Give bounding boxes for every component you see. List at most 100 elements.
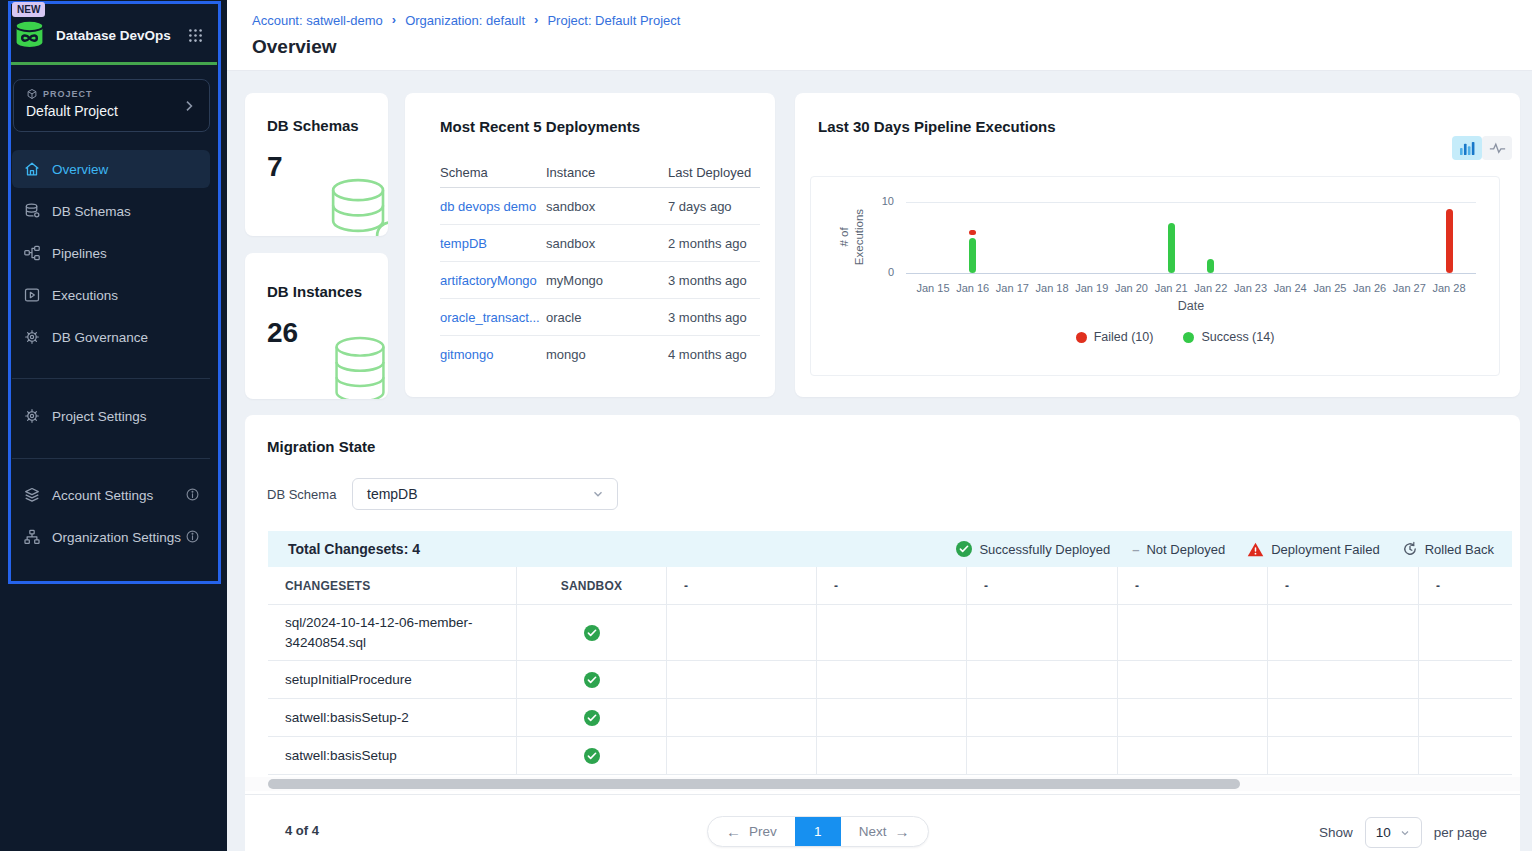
db-instances-card: DB Instances 26 <box>245 253 388 399</box>
bar-chart-toggle[interactable] <box>1452 136 1482 160</box>
column-header: - <box>967 567 1118 604</box>
pipelines-icon <box>23 244 41 262</box>
horizontal-scrollbar-thumb[interactable] <box>268 779 1240 789</box>
prev-page-button[interactable]: ←Prev <box>708 816 795 847</box>
line-chart-toggle[interactable] <box>1482 136 1512 160</box>
sidebar-item-executions[interactable]: Executions <box>12 276 210 314</box>
status-cell-empty <box>817 699 967 736</box>
sidebar-item-account-settings[interactable]: Account Settings <box>12 476 210 514</box>
schema-link[interactable]: oracle_transact... <box>440 310 546 325</box>
status-cell-empty <box>1268 737 1419 774</box>
info-icon[interactable] <box>185 487 200 505</box>
line-chart-icon <box>1489 141 1506 155</box>
legend-item: Failed (10) <box>1076 330 1154 344</box>
changesets-header-row: CHANGESETSSANDBOX------ <box>268 567 1512 605</box>
success-bar[interactable] <box>1168 223 1175 273</box>
chart-legend: Failed (10)Success (14) <box>831 330 1519 344</box>
brand-name: Database DevOps <box>56 28 187 43</box>
x-tick-label: Jan 15 <box>911 282 955 294</box>
x-tick-label: Jan 16 <box>951 282 995 294</box>
migration-state-panel: Migration State DB Schema tempDB Total C… <box>245 415 1520 851</box>
column-header: - <box>667 567 817 604</box>
status-cell-empty <box>1268 661 1419 698</box>
status-cell-empty <box>1419 737 1512 774</box>
column-header: - <box>1419 567 1512 604</box>
column-header: - <box>817 567 967 604</box>
stat-title: DB Instances <box>267 283 362 300</box>
failed-bar[interactable] <box>969 230 976 235</box>
page-size-value: 10 <box>1376 825 1391 840</box>
page-size-select[interactable]: 10 <box>1365 817 1422 848</box>
last-deployed-value: 3 months ago <box>668 273 747 288</box>
database-icon <box>322 174 388 236</box>
legend-dot <box>1183 332 1194 343</box>
info-icon[interactable] <box>185 529 200 547</box>
status-legend: Successfully Deployed–Not DeployedDeploy… <box>956 541 1494 557</box>
gridline <box>906 273 1476 274</box>
sidebar-item-label: DB Schemas <box>52 204 131 219</box>
x-tick-label: Jan 21 <box>1149 282 1193 294</box>
schema-link[interactable]: tempDB <box>440 236 546 251</box>
cube-icon <box>26 88 38 100</box>
instance-value: oracle <box>546 310 581 325</box>
sidebar-item-label: Overview <box>52 162 108 177</box>
sidebar-item-project-settings[interactable]: Project Settings <box>12 397 210 435</box>
gear-icon <box>23 407 41 425</box>
deployment-row: artifactoryMongomyMongo3 months ago <box>440 262 760 299</box>
db-governance-icon <box>23 328 41 346</box>
breadcrumb-item[interactable]: Project: Default Project <box>547 13 680 28</box>
status-cell-empty <box>817 605 967 660</box>
success-bar[interactable] <box>1207 259 1214 273</box>
project-selector[interactable]: PROJECT Default Project <box>13 79 210 132</box>
apps-grid-icon[interactable] <box>187 27 204 44</box>
deployment-row: db devops demosandbox7 days ago <box>440 188 760 225</box>
chevron-down-icon <box>591 487 605 501</box>
sidebar-item-label: Account Settings <box>52 488 153 503</box>
result-count: 4 of 4 <box>285 823 319 838</box>
status-cell-empty <box>1419 699 1512 736</box>
sidebar-item-pipelines[interactable]: Pipelines <box>12 234 210 272</box>
instance-value: sandbox <box>546 236 595 251</box>
stat-value: 7 <box>267 151 283 183</box>
schema-link[interactable]: db devops demo <box>440 199 546 214</box>
bar-chart-icon <box>1459 141 1475 155</box>
status-cell-empty <box>1118 699 1268 736</box>
breadcrumb-item[interactable]: Organization: default <box>405 13 525 28</box>
x-tick-label: Jan 18 <box>1030 282 1074 294</box>
db-schema-select[interactable]: tempDB <box>352 478 618 510</box>
instance-value: mongo <box>546 347 586 362</box>
last-deployed-value: 3 months ago <box>668 310 747 325</box>
database-stack-icon <box>324 333 388 399</box>
x-tick-label: Jan 25 <box>1308 282 1352 294</box>
sidebar-item-overview[interactable]: Overview <box>12 150 210 188</box>
status-cell-empty <box>1268 699 1419 736</box>
x-tick-label: Jan 28 <box>1427 282 1471 294</box>
page-header: Account: satwell-demo›Organization: defa… <box>227 0 1532 71</box>
next-page-button[interactable]: Next→ <box>841 816 928 847</box>
page-1-button[interactable]: 1 <box>795 816 841 847</box>
status-cell-empty <box>1419 661 1512 698</box>
db-schema-label: DB Schema <box>267 487 336 502</box>
sidebar-item-db-schemas[interactable]: DB Schemas <box>12 192 210 230</box>
status-cell-empty <box>667 605 817 660</box>
sidebar: NEW Database DevOps PROJECT <box>0 0 227 851</box>
schema-link[interactable]: artifactoryMongo <box>440 273 546 288</box>
sidebar-item-organization-settings[interactable]: Organization Settings <box>12 518 210 556</box>
db-schemas-icon <box>23 202 41 220</box>
x-tick-label: Jan 17 <box>990 282 1034 294</box>
deployments-table: SchemaInstanceLast Deployeddb devops dem… <box>440 158 760 373</box>
sidebar-item-db-governance[interactable]: DB Governance <box>12 318 210 356</box>
failed-bar[interactable] <box>1446 209 1453 273</box>
success-bar[interactable] <box>969 238 976 274</box>
brand: Database DevOps <box>12 16 204 54</box>
schema-link[interactable]: gitmongo <box>440 347 546 362</box>
project-name: Default Project <box>26 103 197 119</box>
horizontal-scrollbar-track[interactable] <box>245 777 1520 791</box>
changeset-row: satwell:basisSetup-2 <box>268 699 1512 737</box>
status-cell-empty <box>667 737 817 774</box>
home-icon <box>23 160 41 178</box>
x-tick-label: Jan 22 <box>1189 282 1233 294</box>
changesets-table: CHANGESETSSANDBOX------sql/2024-10-14-12… <box>268 567 1512 775</box>
breadcrumb-item[interactable]: Account: satwell-demo <box>252 13 383 28</box>
dash-icon: – <box>1132 542 1139 557</box>
